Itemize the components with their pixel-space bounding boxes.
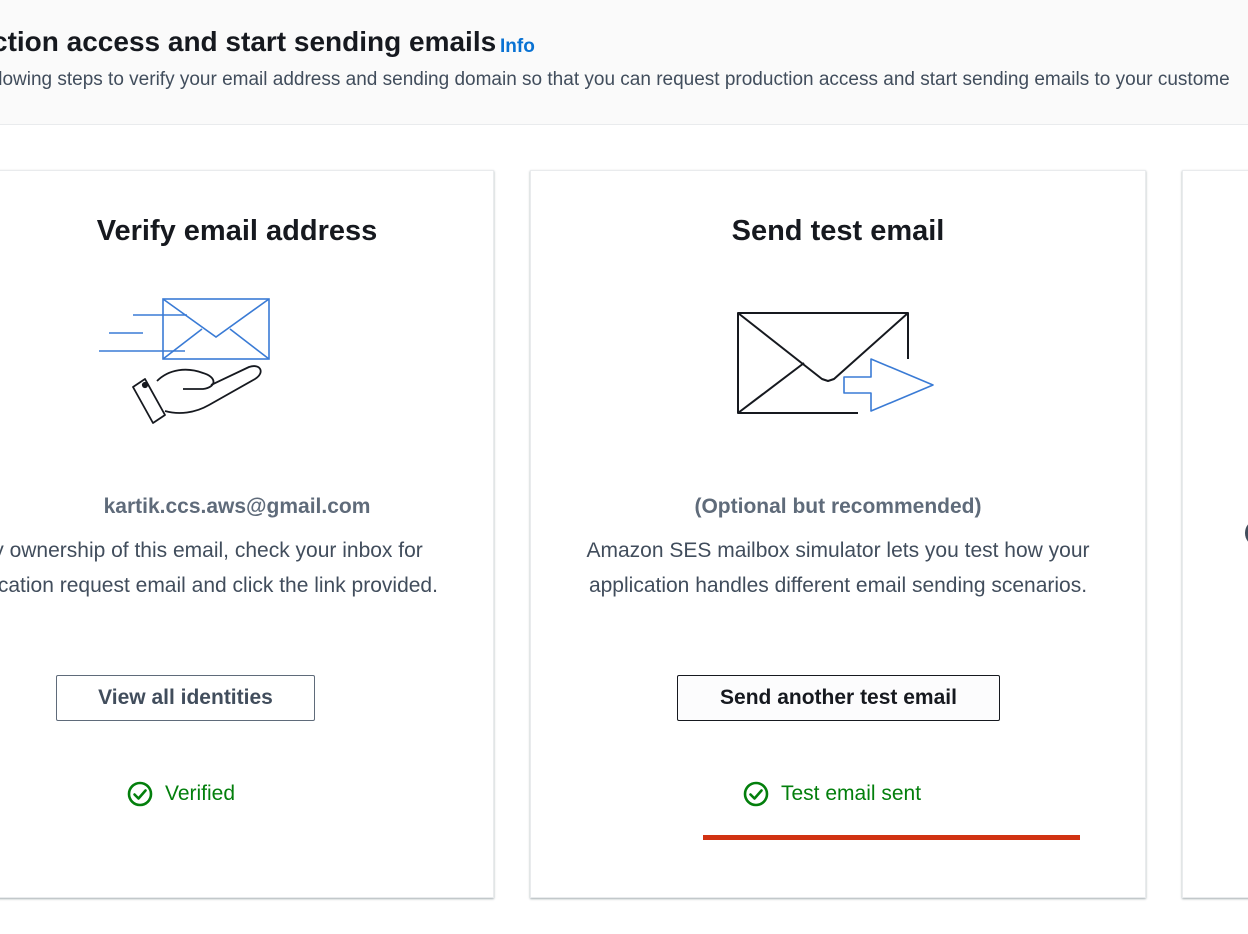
card-title: Verify email address (96, 215, 378, 247)
card-description: Verify ownership of this email, check yo… (0, 533, 493, 603)
envelope-hand-icon (99, 298, 270, 424)
highlight-underline (703, 835, 1080, 840)
verified-status: Verified (127, 779, 235, 809)
page-description: llowing steps to verify your email addre… (0, 69, 1230, 90)
test-email-sent-status: Test email sent (743, 779, 921, 809)
page-title: ction access and start sending emails (0, 26, 497, 57)
info-link[interactable]: Info (500, 36, 535, 58)
card-title: Send test email (731, 215, 945, 247)
description-line: application handles different email send… (588, 574, 1088, 597)
send-test-email-card: Send test email (Optional but recommende… (530, 170, 1146, 898)
send-another-test-email-button[interactable]: Send another test email (677, 675, 1000, 721)
verify-email-card: Verify email address kartik.ccs.aws@gmai… (0, 170, 494, 898)
check-circle-icon (743, 781, 769, 807)
email-address: kartik.ccs.aws@gmail.com (103, 495, 371, 518)
status-text: Verified (165, 782, 236, 805)
optional-label: (Optional but recommended) (694, 495, 982, 518)
status-text: Test email sent (781, 782, 922, 805)
page: ction access and start sending emails In… (0, 0, 1248, 934)
envelope-arrow-icon (737, 312, 934, 414)
card-description: Amazon SES mailbox simulator lets you te… (531, 533, 1145, 603)
view-all-identities-button[interactable]: View all identities (56, 675, 315, 721)
description-line: Amazon SES mailbox simulator lets you te… (586, 539, 1090, 562)
next-step-card (1182, 170, 1248, 898)
description-line: a verification request email and click t… (0, 574, 438, 597)
description-line: Verify ownership of this email, check yo… (0, 539, 423, 562)
check-circle-icon (127, 781, 153, 807)
page-header: ction access and start sending emails In… (0, 0, 1248, 125)
